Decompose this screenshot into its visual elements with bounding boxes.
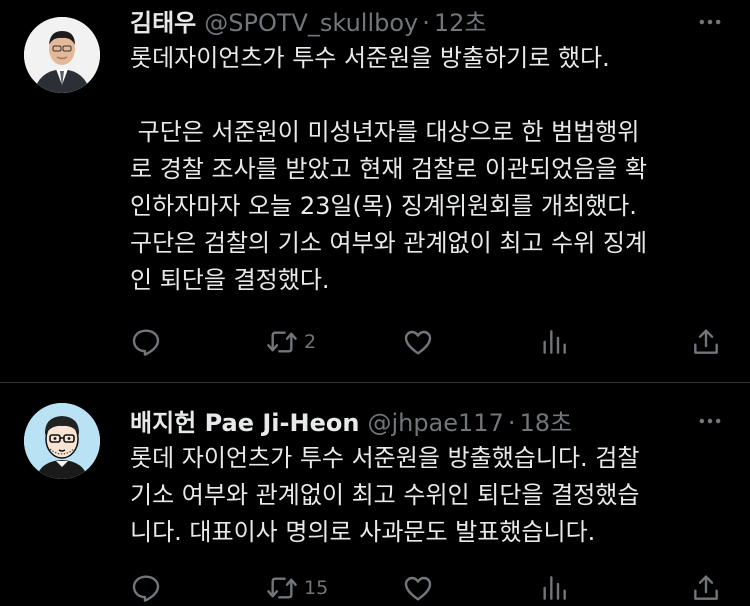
tweet[interactable]: 김태우 @SPOTV_skullboy · 12초 롯데자이언츠가 투수 서준원… — [0, 0, 750, 382]
reply-button[interactable] — [130, 324, 162, 360]
tweet-text-line — [130, 77, 730, 114]
display-name[interactable]: 김태우 — [130, 3, 196, 38]
like-button[interactable] — [402, 570, 434, 606]
user-handle[interactable]: @jhpae117 — [367, 409, 503, 437]
views-button[interactable] — [538, 324, 570, 360]
reply-button[interactable] — [130, 570, 162, 606]
user-handle[interactable]: @SPOTV_skullboy — [204, 9, 418, 37]
avatar-photo — [24, 17, 100, 93]
more-horizontal-icon — [699, 19, 721, 25]
timestamp[interactable]: 18초 — [519, 403, 572, 438]
reply-icon — [132, 575, 160, 602]
heart-icon — [404, 330, 432, 355]
tweet-text-line: 롯데자이언츠가 투수 서준원을 방출하기로 했다. — [130, 44, 610, 72]
tweet-text-line: 기소 여부와 관계없이 최고 수위인 퇴단을 결정했습 — [130, 481, 640, 509]
tweet-text-line: 인 퇴단을 결정했다. — [130, 266, 330, 294]
display-name[interactable]: 배지헌 Pae Ji-Heon — [130, 403, 359, 438]
reply-icon — [132, 329, 160, 356]
share-icon — [694, 575, 718, 600]
like-button[interactable] — [402, 324, 434, 360]
share-button[interactable] — [690, 570, 722, 606]
avatar-illustration — [24, 403, 100, 479]
heart-icon — [404, 576, 432, 601]
tweet-text-line: 구단은 검찰의 기소 여부와 관계없이 최고 수위 징계 — [130, 229, 648, 257]
tweet-header: 김태우 @SPOTV_skullboy · 12초 — [130, 3, 487, 37]
share-icon — [694, 329, 718, 354]
tweet-header: 배지헌 Pae Ji-Heon @jhpae117 · 18초 — [130, 403, 572, 437]
more-options-button[interactable] — [694, 6, 726, 38]
tweet-text-line: 로 경찰 조사를 받았고 현재 검찰로 이관되었음을 확 — [130, 155, 648, 183]
retweet-button[interactable]: 15 — [266, 570, 328, 606]
separator-dot: · — [507, 409, 516, 437]
retweet-button[interactable]: 2 — [266, 324, 316, 360]
tweet[interactable]: 배지헌 Pae Ji-Heon @jhpae117 · 18초 롯데 자이언츠가… — [0, 383, 750, 602]
tweet-text-line: 구단은 서준원이 미성년자를 대상으로 한 범법행위 — [130, 118, 640, 146]
tweet-text: 롯데 자이언츠가 투수 서준원을 방출했습니다. 검찰 기소 여부와 관계없이 … — [130, 440, 730, 551]
timestamp[interactable]: 12초 — [434, 3, 487, 38]
share-button[interactable] — [690, 324, 722, 360]
tweet-text: 롯데자이언츠가 투수 서준원을 방출하기로 했다. 구단은 서준원이 미성년자를… — [130, 40, 730, 299]
tweet-text-line: 니다. 대표이사 명의로 사과문도 발표했습니다. — [130, 518, 596, 546]
avatar[interactable] — [24, 17, 100, 93]
views-icon — [543, 330, 566, 354]
more-horizontal-icon — [699, 418, 721, 424]
views-icon — [543, 576, 566, 600]
retweet-count: 2 — [304, 331, 317, 353]
retweet-icon — [267, 577, 297, 599]
views-button[interactable] — [538, 570, 570, 606]
tweet-text-line: 인하자마자 오늘 23일(목) 징계위원회를 개최했다. — [130, 192, 637, 220]
avatar[interactable] — [24, 403, 100, 479]
retweet-icon — [267, 331, 297, 353]
retweet-count: 15 — [304, 577, 329, 599]
separator-dot: · — [422, 9, 430, 37]
more-options-button[interactable] — [694, 405, 726, 437]
tweet-text-line: 롯데 자이언츠가 투수 서준원을 방출했습니다. 검찰 — [130, 444, 640, 472]
tweet-actions: 15 — [130, 570, 726, 606]
tweet-actions: 2 — [130, 324, 726, 360]
